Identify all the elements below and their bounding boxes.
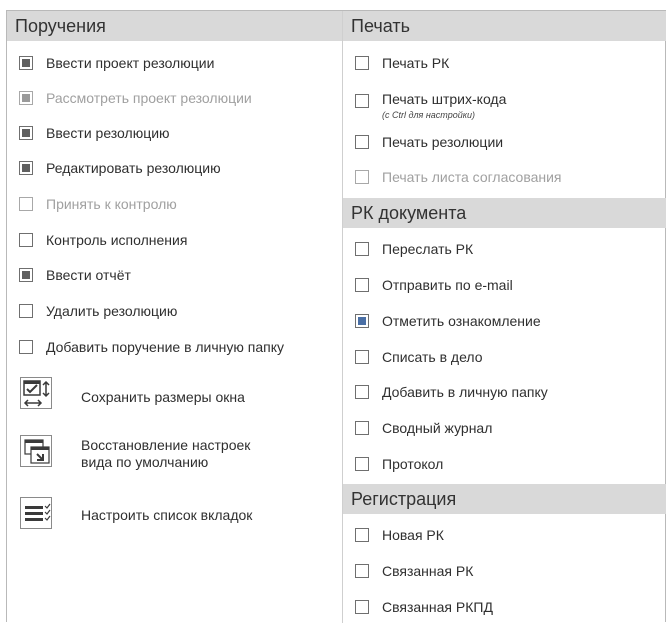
- option-hint: (с Ctrl для настройки): [382, 110, 475, 120]
- option-review-draft-resolution[interactable]: Рассмотреть проект резолюции: [7, 88, 342, 118]
- settings-panel: Поручения Ввести проект резолюции Рассмо…: [6, 10, 666, 623]
- checkbox[interactable]: [355, 56, 369, 70]
- option-enter-draft-resolution[interactable]: Ввести проект резолюции: [7, 53, 342, 83]
- option-label: Печать РК: [382, 55, 450, 71]
- option-edit-resolution[interactable]: Редактировать резолюцию: [7, 158, 342, 188]
- option-forward-rk[interactable]: Переслать РК: [343, 239, 666, 269]
- option-print-approval-sheet[interactable]: Печать листа согласования: [343, 167, 666, 197]
- checkbox[interactable]: [19, 56, 33, 70]
- restore-defaults-icon: [20, 435, 52, 467]
- option-accept-for-control[interactable]: Принять к контролю: [7, 194, 342, 224]
- option-label: Переслать РК: [382, 241, 474, 257]
- checkbox[interactable]: [355, 94, 369, 108]
- option-label: Принять к контролю: [46, 196, 177, 212]
- checkbox[interactable]: [355, 278, 369, 292]
- option-add-assignment-to-personal-folder[interactable]: Добавить поручение в личную папку: [7, 337, 342, 367]
- checkbox[interactable]: [355, 242, 369, 256]
- checkbox[interactable]: [355, 385, 369, 399]
- save-window-size-label: Сохранить размеры окна: [81, 389, 245, 405]
- checkbox[interactable]: [19, 233, 33, 247]
- option-add-to-personal-folder[interactable]: Добавить в личную папку: [343, 382, 666, 412]
- restore-defaults-label-line2: вида по умолчанию: [81, 454, 209, 470]
- option-label: Отметить ознакомление: [382, 313, 541, 329]
- option-label: Удалить резолюцию: [46, 303, 178, 319]
- option-linked-rk[interactable]: Связанная РК: [343, 561, 666, 591]
- option-send-email[interactable]: Отправить по e-mail: [343, 275, 666, 305]
- restore-defaults-button[interactable]: Восстановление настроек вида по умолчани…: [7, 435, 342, 475]
- option-label: Контроль исполнения: [46, 232, 188, 248]
- configure-tabs-label: Настроить список вкладок: [81, 507, 253, 523]
- option-label: Сводный журнал: [382, 420, 493, 436]
- registration-header: Регистрация: [343, 484, 666, 514]
- save-window-size-button[interactable]: Сохранить размеры окна: [7, 377, 342, 417]
- option-label: Связанная РК: [382, 563, 474, 579]
- option-summary-journal[interactable]: Сводный журнал: [343, 418, 666, 448]
- checkbox[interactable]: [355, 528, 369, 542]
- checkbox[interactable]: [19, 126, 33, 140]
- checkbox[interactable]: [19, 91, 33, 105]
- option-label: Редактировать резолюцию: [46, 160, 221, 176]
- checkbox[interactable]: [19, 161, 33, 175]
- option-print-rk[interactable]: Печать РК: [343, 53, 666, 83]
- restore-defaults-label-line1: Восстановление настроек: [81, 437, 251, 453]
- checkbox[interactable]: [355, 600, 369, 614]
- option-execution-control[interactable]: Контроль исполнения: [7, 230, 342, 260]
- option-label: Рассмотреть проект резолюции: [46, 90, 252, 106]
- option-label: Новая РК: [382, 527, 444, 543]
- configure-tabs-icon: [20, 497, 52, 529]
- option-label: Связанная РКПД: [382, 599, 493, 615]
- checkbox[interactable]: [355, 457, 369, 471]
- configure-tabs-button[interactable]: Настроить список вкладок: [7, 497, 342, 537]
- option-label: Протокол: [382, 456, 444, 472]
- option-label: Печать резолюции: [382, 134, 504, 150]
- option-label: Ввести отчёт: [46, 267, 131, 283]
- print-header: Печать: [343, 11, 666, 41]
- checkbox[interactable]: [19, 304, 33, 318]
- save-window-size-icon: [20, 377, 52, 409]
- assignments-header: Поручения: [7, 11, 342, 41]
- checkbox[interactable]: [355, 564, 369, 578]
- checkbox[interactable]: [19, 197, 33, 211]
- option-print-resolution[interactable]: Печать резолюции: [343, 132, 666, 162]
- checkbox[interactable]: [355, 314, 369, 328]
- option-file-to-case[interactable]: Списать в дело: [343, 347, 666, 377]
- checkbox[interactable]: [355, 135, 369, 149]
- option-label: Печать листа согласования: [382, 169, 562, 185]
- option-label: Ввести резолюцию: [46, 125, 170, 141]
- option-enter-report[interactable]: Ввести отчёт: [7, 265, 342, 295]
- option-label: Добавить в личную папку: [382, 384, 548, 400]
- rk-document-header: РК документа: [343, 198, 666, 228]
- option-label: Печать штрих-кода: [382, 91, 507, 107]
- option-linked-rkpd[interactable]: Связанная РКПД: [343, 597, 666, 627]
- option-print-barcode[interactable]: Печать штрих-кода (с Ctrl для настройки): [343, 90, 666, 124]
- checkbox[interactable]: [355, 350, 369, 364]
- option-delete-resolution[interactable]: Удалить резолюцию: [7, 301, 342, 331]
- option-label: Отправить по e-mail: [382, 277, 513, 293]
- option-label: Ввести проект резолюции: [46, 55, 215, 71]
- option-mark-acquaintance[interactable]: Отметить ознакомление: [343, 311, 666, 341]
- checkbox[interactable]: [19, 268, 33, 282]
- checkbox[interactable]: [19, 340, 33, 354]
- option-enter-resolution[interactable]: Ввести резолюцию: [7, 123, 342, 153]
- option-label: Списать в дело: [382, 349, 483, 365]
- option-new-rk[interactable]: Новая РК: [343, 525, 666, 555]
- checkbox[interactable]: [355, 170, 369, 184]
- option-label: Добавить поручение в личную папку: [46, 339, 285, 355]
- checkbox[interactable]: [355, 421, 369, 435]
- option-protocol[interactable]: Протокол: [343, 454, 666, 484]
